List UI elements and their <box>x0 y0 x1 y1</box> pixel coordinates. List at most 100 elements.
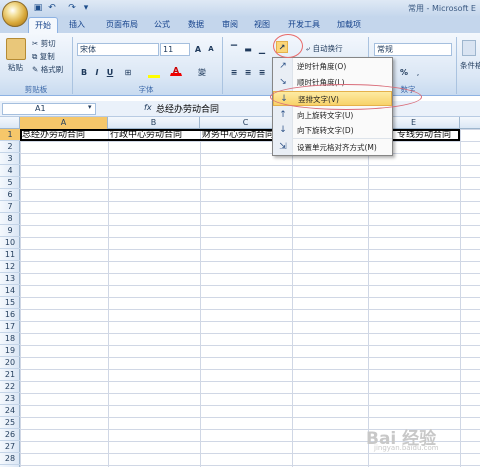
bottom-align-icon[interactable]: ▁ <box>256 43 268 55</box>
customize-qat-icon[interactable]: ▾ <box>80 2 92 14</box>
number-format-value: 常规 <box>377 45 393 54</box>
row-header[interactable]: 2 <box>0 141 20 153</box>
format-cell-alignment-icon: ⇲ <box>279 142 287 152</box>
menu-item-rotate-up[interactable]: ↑ 向上旋转文字(U) <box>273 108 392 123</box>
row-header[interactable]: 7 <box>0 201 20 213</box>
redo-icon[interactable]: ↷ <box>66 2 78 14</box>
tab-review[interactable]: 审阅 <box>216 17 244 33</box>
row-headers: 1 2 3 4 5 6 7 8 9 10 11 12 13 14 15 16 1… <box>0 129 20 467</box>
underline-icon[interactable]: U <box>104 66 116 78</box>
row-header[interactable]: 27 <box>0 441 20 453</box>
menu-item-rotate-down[interactable]: ↓ 向下旋转文字(D) <box>273 123 392 138</box>
cut-icon: ✂ <box>32 39 39 48</box>
tab-data[interactable]: 数据 <box>182 17 210 33</box>
row-header[interactable]: 21 <box>0 369 20 381</box>
font-color-icon[interactable]: A <box>170 64 182 76</box>
row-header[interactable]: 8 <box>0 213 20 225</box>
row-header[interactable]: 14 <box>0 285 20 297</box>
copy-icon: ⧉ <box>32 52 38 61</box>
angle-clockwise-icon: ↘ <box>279 77 287 87</box>
row-header[interactable]: 17 <box>0 321 20 333</box>
tab-view[interactable]: 视图 <box>248 17 276 33</box>
column-gridline <box>292 129 293 467</box>
row-header[interactable]: 12 <box>0 261 20 273</box>
font-group-label: 字体 <box>138 85 154 94</box>
comma-style-icon[interactable]: , <box>412 66 424 78</box>
top-align-icon[interactable]: ▔ <box>228 43 240 55</box>
row-header[interactable]: 20 <box>0 357 20 369</box>
name-box-dropdown-icon[interactable]: ▾ <box>88 103 92 111</box>
row-header[interactable]: 19 <box>0 345 20 357</box>
row-header[interactable]: 1 <box>0 129 20 141</box>
bold-icon[interactable]: B <box>78 66 90 78</box>
rotate-down-icon: ↓ <box>279 125 287 135</box>
paste-icon[interactable] <box>6 38 26 60</box>
tab-formulas[interactable]: 公式 <box>148 17 176 33</box>
phonetic-icon[interactable]: 變 <box>196 66 208 78</box>
conditional-format-icon[interactable] <box>462 40 476 56</box>
align-right-icon[interactable]: ≡ <box>256 66 268 78</box>
align-center-icon[interactable]: ≡ <box>242 66 254 78</box>
menu-item-format-alignment[interactable]: ⇲ 设置单元格对齐方式(M) <box>273 140 392 155</box>
cut-label: 剪切 <box>40 39 56 48</box>
percent-style-icon[interactable]: % <box>398 66 410 78</box>
row-header[interactable]: 9 <box>0 225 20 237</box>
row-header[interactable]: 6 <box>0 189 20 201</box>
paste-button[interactable]: 粘贴 <box>8 62 23 73</box>
align-left-icon[interactable]: ≡ <box>228 66 240 78</box>
number-format-dropdown[interactable]: 常规 <box>374 43 452 56</box>
save-icon[interactable]: ▣ <box>32 2 44 14</box>
annotation-circle-vertical-text <box>270 84 422 110</box>
baidu-watermark-url: jingyan.baidu.com <box>374 444 439 452</box>
grow-font-icon[interactable]: A <box>192 43 204 55</box>
row-header[interactable]: 24 <box>0 405 20 417</box>
row-header[interactable]: 10 <box>0 237 20 249</box>
row-header[interactable]: 22 <box>0 381 20 393</box>
rotate-up-icon: ↑ <box>279 110 287 120</box>
conditional-format-button[interactable]: 条件格 <box>460 60 480 71</box>
tab-developer[interactable]: 开发工具 <box>282 17 326 33</box>
row-header[interactable]: 28 <box>0 453 20 465</box>
name-box[interactable]: A1 <box>2 103 96 115</box>
row-header[interactable]: 11 <box>0 249 20 261</box>
tab-home[interactable]: 开始 <box>28 17 58 33</box>
row-header[interactable]: 18 <box>0 333 20 345</box>
tab-addins[interactable]: 加载项 <box>332 17 366 33</box>
menu-item-angle-counterclockwise[interactable]: ↗ 逆时针角度(O) <box>273 59 392 74</box>
row-header[interactable]: 4 <box>0 165 20 177</box>
row-header[interactable]: 3 <box>0 153 20 165</box>
italic-icon[interactable]: I <box>91 66 103 78</box>
middle-align-icon[interactable]: ▬ <box>242 43 254 55</box>
cut-button[interactable]: ✂ 剪切 <box>32 38 56 49</box>
group-separator <box>222 37 223 94</box>
format-painter-icon: ✎ <box>32 65 39 74</box>
row-header[interactable]: 15 <box>0 297 20 309</box>
fill-color-icon[interactable] <box>148 66 160 78</box>
tab-insert[interactable]: 插入 <box>62 17 92 33</box>
row-header[interactable]: 25 <box>0 417 20 429</box>
row-header[interactable]: 16 <box>0 309 20 321</box>
group-separator <box>72 37 73 94</box>
border-icon[interactable]: ⊞ <box>122 66 134 78</box>
row-header[interactable]: 5 <box>0 177 20 189</box>
clipboard-group-label: 剪贴板 <box>24 85 48 94</box>
wrap-text-button[interactable]: ⤶ 自动换行 <box>306 43 343 54</box>
font-name-dropdown[interactable]: 宋体 <box>77 43 159 56</box>
row-header[interactable]: 26 <box>0 429 20 441</box>
undo-icon[interactable]: ↶ <box>46 2 58 14</box>
cell-grid[interactable] <box>20 129 480 467</box>
select-all-button[interactable] <box>0 117 20 129</box>
format-painter-button[interactable]: ✎ 格式刷 <box>32 64 63 75</box>
row-header[interactable]: 23 <box>0 393 20 405</box>
font-size-dropdown[interactable]: 11 <box>160 43 190 56</box>
copy-button[interactable]: ⧉ 复制 <box>32 51 55 62</box>
column-header-a[interactable]: A <box>20 117 108 129</box>
shrink-font-icon[interactable]: A <box>205 43 217 55</box>
office-button[interactable] <box>2 1 28 27</box>
column-header-b[interactable]: B <box>108 117 200 129</box>
formula-input[interactable]: 总经办劳动合同 <box>156 102 219 115</box>
row-header[interactable]: 13 <box>0 273 20 285</box>
group-separator <box>456 37 457 94</box>
tab-page-layout[interactable]: 页面布局 <box>100 17 144 33</box>
insert-function-icon[interactable]: fx <box>144 103 152 112</box>
